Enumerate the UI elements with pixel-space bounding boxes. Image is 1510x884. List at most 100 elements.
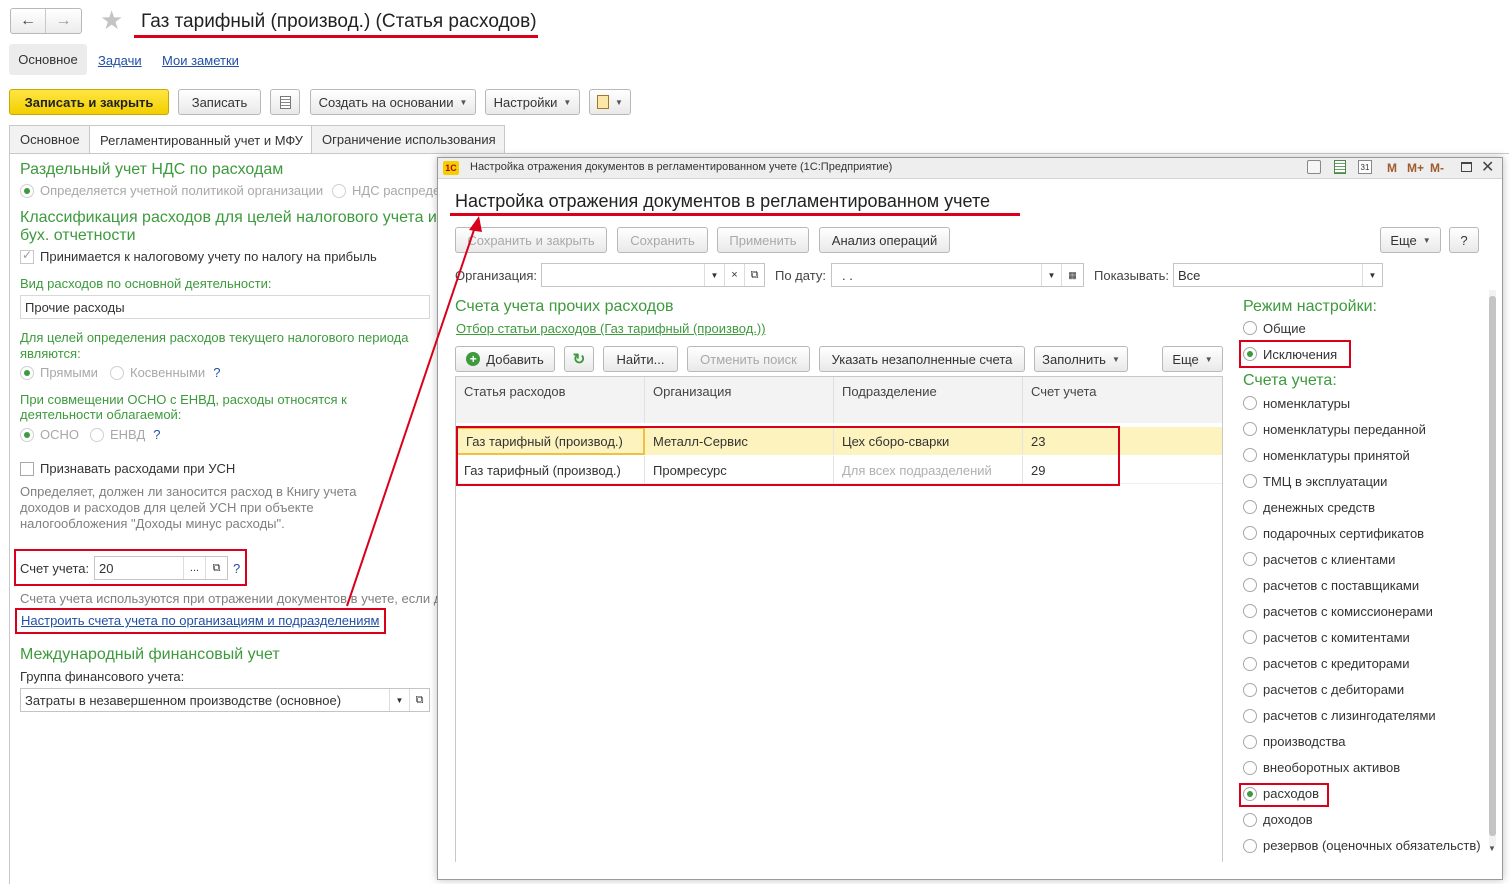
cancel-search-button[interactable]: Отменить поиск: [687, 346, 810, 372]
table-row[interactable]: Газ тарифный (производ.) Промресурс Для …: [456, 456, 1222, 484]
create-basis-button[interactable]: Создать на основании ▼: [310, 89, 476, 115]
table-cell-org[interactable]: Промресурс: [645, 456, 834, 484]
account-field[interactable]: 20 ... ⧉: [94, 556, 228, 580]
table-cell-dept[interactable]: Для всех подразделений: [834, 456, 1023, 484]
vat-option-policy[interactable]: Определяется учетной политикой организац…: [20, 183, 323, 198]
help-button[interactable]: ?: [1449, 227, 1479, 253]
save-close-button[interactable]: Записать и закрыть: [9, 89, 169, 115]
account-type-option[interactable]: доходов: [1243, 811, 1313, 829]
calculator-icon[interactable]: [1334, 160, 1346, 174]
table-cell-account[interactable]: 23: [1023, 427, 1222, 455]
account-type-option[interactable]: резервов (оценочных обязательств): [1243, 837, 1481, 855]
report-button[interactable]: ▼: [589, 89, 631, 115]
table-cell-account[interactable]: 29: [1023, 456, 1222, 484]
analysis-button[interactable]: Анализ операций: [819, 227, 950, 253]
account-type-option[interactable]: расчетов с комиссионерами: [1243, 602, 1433, 620]
account-select-button[interactable]: ...: [183, 557, 205, 579]
fill-button[interactable]: Заполнить ▼: [1034, 346, 1128, 372]
close-icon[interactable]: ✕: [1481, 157, 1494, 177]
show-field[interactable]: Все ▼: [1173, 263, 1383, 287]
memory-plus-button[interactable]: M+: [1407, 161, 1424, 175]
unfilled-accounts-button[interactable]: Указать незаполненные счета: [819, 346, 1025, 372]
org-field[interactable]: ▼ × ⧉: [541, 263, 765, 287]
account-type-option[interactable]: расходов: [1243, 785, 1319, 803]
chevron-down-icon[interactable]: ▼: [389, 689, 409, 711]
account-type-option[interactable]: расчетов с кредиторами: [1243, 655, 1409, 673]
dialog-more-button[interactable]: Еще ▼: [1380, 227, 1441, 253]
table-cell-dept[interactable]: Цех сборо-сварки: [834, 427, 1023, 455]
table-cell-item[interactable]: Газ тарифный (производ.): [456, 427, 645, 455]
open-icon[interactable]: ⧉: [205, 557, 227, 579]
save-button[interactable]: Записать: [178, 89, 261, 115]
add-button[interactable]: + Добавить: [455, 346, 555, 372]
find-button[interactable]: Найти...: [603, 346, 678, 372]
account-type-option[interactable]: расчетов с лизингодателями: [1243, 707, 1436, 725]
column-header-item[interactable]: Статья расходов: [456, 377, 645, 423]
table-cell-item[interactable]: Газ тарифный (производ.): [456, 456, 645, 484]
filter-link[interactable]: Отбор статьи расходов (Газ тарифный (про…: [456, 321, 766, 336]
memory-minus-button[interactable]: M-: [1430, 161, 1444, 175]
back-arrow-icon[interactable]: ←: [11, 9, 47, 33]
chevron-down-icon[interactable]: ▼: [1362, 264, 1382, 286]
account-type-option[interactable]: номенклатуры переданной: [1243, 420, 1426, 438]
dialog-save-close-button[interactable]: Сохранить и закрыть: [455, 227, 607, 253]
list-more-button[interactable]: Еще ▼: [1162, 346, 1223, 372]
configure-accounts-link[interactable]: Настроить счета учета по организациям и …: [21, 613, 379, 628]
account-type-option[interactable]: номенклатуры принятой: [1243, 446, 1410, 464]
help-icon[interactable]: ?: [213, 365, 220, 380]
indirect-option[interactable]: Косвенными?: [110, 365, 220, 380]
memory-m-button[interactable]: M: [1387, 161, 1397, 175]
account-type-option[interactable]: внеоборотных активов: [1243, 759, 1400, 777]
open-icon[interactable]: ⧉: [744, 264, 764, 286]
dialog-save-button[interactable]: Сохранить: [617, 227, 708, 253]
scrollbar-thumb[interactable]: [1489, 296, 1496, 836]
print-icon[interactable]: [1307, 160, 1321, 174]
accepted-checkbox[interactable]: ✓ Принимается к налоговому учету по налог…: [20, 248, 377, 264]
column-header-account[interactable]: Счет учета: [1023, 377, 1222, 423]
settings-button[interactable]: Настройки ▼: [485, 89, 580, 115]
mode-general-option[interactable]: Общие: [1243, 319, 1306, 337]
maximize-icon[interactable]: [1461, 162, 1472, 172]
account-type-option[interactable]: ТМЦ в эксплуатации: [1243, 472, 1387, 490]
account-type-option[interactable]: расчетов с поставщиками: [1243, 576, 1419, 594]
clear-icon[interactable]: ×: [724, 264, 744, 286]
kind-field[interactable]: Прочие расходы: [20, 295, 430, 319]
table-cell-org[interactable]: Металл-Сервис: [645, 427, 834, 455]
direct-option[interactable]: Прямыми: [20, 365, 98, 380]
subnav-tasks[interactable]: Задачи: [98, 53, 142, 68]
chevron-down-icon[interactable]: ▼: [704, 264, 724, 286]
subnav-notes[interactable]: Мои заметки: [162, 53, 239, 68]
envd-option[interactable]: ЕНВД?: [90, 427, 160, 442]
list-icon-button[interactable]: [270, 89, 300, 115]
account-type-option[interactable]: производства: [1243, 733, 1345, 751]
account-type-option[interactable]: расчетов с дебиторами: [1243, 681, 1404, 699]
mode-exceptions-option[interactable]: Исключения: [1243, 345, 1337, 363]
open-icon[interactable]: ⧉: [409, 689, 429, 711]
usn-checkbox[interactable]: Признавать расходами при УСН: [20, 461, 235, 476]
column-header-dept[interactable]: Подразделение: [834, 377, 1023, 423]
subnav-main[interactable]: Основное: [9, 44, 87, 75]
forward-arrow-icon[interactable]: →: [46, 9, 81, 33]
refresh-button[interactable]: ↻: [564, 346, 594, 372]
apply-button[interactable]: Применить: [717, 227, 809, 253]
account-type-option[interactable]: номенклатуры: [1243, 394, 1350, 412]
calendar-icon[interactable]: 31: [1358, 160, 1372, 174]
account-type-option[interactable]: расчетов с комитентами: [1243, 628, 1410, 646]
vat-option-distribute[interactable]: НДС распреде: [332, 183, 440, 198]
osno-option[interactable]: ОСНО: [20, 427, 79, 442]
help-icon[interactable]: ?: [233, 561, 240, 576]
tab-regulated[interactable]: Регламентированный учет и МФУ: [89, 125, 312, 154]
chevron-down-icon[interactable]: ▼: [1041, 264, 1061, 286]
tab-main[interactable]: Основное: [9, 125, 90, 153]
column-header-org[interactable]: Организация: [645, 377, 834, 423]
table-row[interactable]: Газ тарифный (производ.) Металл-Сервис Ц…: [456, 427, 1222, 455]
date-field[interactable]: . . ▼ ▦: [831, 263, 1084, 287]
ifrs-group-field[interactable]: Затраты в незавершенном производстве (ос…: [20, 688, 430, 712]
account-type-option[interactable]: расчетов с клиентами: [1243, 550, 1395, 568]
star-icon[interactable]: ★: [100, 5, 123, 36]
account-type-option[interactable]: подарочных сертификатов: [1243, 524, 1424, 542]
scroll-down-icon[interactable]: ▼: [1488, 844, 1496, 853]
account-type-option[interactable]: денежных средств: [1243, 498, 1375, 516]
tab-restriction[interactable]: Ограничение использования: [311, 125, 505, 153]
help-icon[interactable]: ?: [153, 427, 160, 442]
